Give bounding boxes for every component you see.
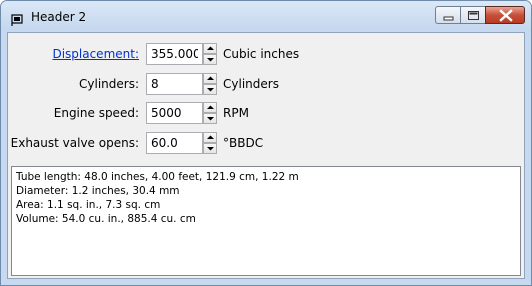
arrow-up-icon xyxy=(207,46,214,50)
arrow-down-icon xyxy=(207,117,214,121)
area-line: Area: 1.1 sq. in., 7.3 sq. cm xyxy=(16,199,161,211)
engine-speed-unit: RPM xyxy=(223,106,249,120)
cylinders-input[interactable] xyxy=(146,73,203,95)
cylinders-spinner[interactable] xyxy=(203,73,217,95)
displacement-spin-up[interactable] xyxy=(203,43,217,54)
displacement-link[interactable]: Displacement: xyxy=(52,47,139,61)
exhaust-valve-unit: °BBDC xyxy=(223,136,264,150)
cylinders-row: Cylinders: Cylinders xyxy=(8,73,524,95)
exhaust-valve-spin-down[interactable] xyxy=(203,143,217,154)
displacement-input[interactable] xyxy=(146,43,203,65)
engine-speed-spinner[interactable] xyxy=(203,102,217,124)
engine-speed-spin-down[interactable] xyxy=(203,113,217,124)
volume-line: Volume: 54.0 cu. in., 885.4 cu. cm xyxy=(16,213,196,225)
exhaust-valve-spin-up[interactable] xyxy=(203,132,217,143)
arrow-up-icon xyxy=(207,135,214,139)
close-button[interactable] xyxy=(485,6,525,24)
cylinders-spin-up[interactable] xyxy=(203,73,217,84)
tube-length-line: Tube length: 48.0 inches, 4.00 feet, 121… xyxy=(16,171,299,183)
flag-icon xyxy=(11,11,23,26)
displacement-unit: Cubic inches xyxy=(223,47,300,61)
engine-speed-input[interactable] xyxy=(146,102,203,124)
diameter-line: Diameter: 1.2 inches, 30.4 mm xyxy=(16,185,180,197)
cylinders-label: Cylinders: xyxy=(79,77,139,91)
title-bar[interactable]: Header 2 xyxy=(1,1,531,31)
displacement-spin-down[interactable] xyxy=(203,54,217,65)
exhaust-valve-row: Exhaust valve opens: °BBDC xyxy=(8,132,524,154)
engine-speed-label: Engine speed: xyxy=(53,106,139,120)
window-title: Header 2 xyxy=(31,10,87,24)
arrow-up-icon xyxy=(207,105,214,109)
displacement-spinner[interactable] xyxy=(203,43,217,65)
results-textbox[interactable]: Tube length: 48.0 inches, 4.00 feet, 121… xyxy=(11,166,521,276)
engine-speed-row: Engine speed: RPM xyxy=(8,102,524,124)
arrow-down-icon xyxy=(207,88,214,92)
arrow-up-icon xyxy=(207,76,214,80)
caption-buttons xyxy=(435,6,525,24)
arrow-down-icon xyxy=(207,147,214,151)
engine-speed-spin-up[interactable] xyxy=(203,102,217,113)
arrow-down-icon xyxy=(207,58,214,62)
exhaust-valve-input[interactable] xyxy=(146,132,203,154)
app-window: Header 2 Displacement: 355.000 Cubic inc… xyxy=(0,0,532,286)
exhaust-valve-spinner[interactable] xyxy=(203,132,217,154)
displacement-row: Displacement: Cubic inches xyxy=(8,43,524,65)
close-icon xyxy=(499,9,513,22)
maximize-button[interactable] xyxy=(460,6,485,24)
cylinders-spin-down[interactable] xyxy=(203,84,217,95)
maximize-icon xyxy=(468,11,479,20)
minimize-icon xyxy=(443,16,454,21)
exhaust-valve-label: Exhaust valve opens: xyxy=(10,136,139,150)
cylinders-unit: Cylinders xyxy=(223,77,279,91)
client-area: Displacement: Cubic inches Cylinders: xyxy=(7,32,525,279)
minimize-button[interactable] xyxy=(435,6,460,24)
